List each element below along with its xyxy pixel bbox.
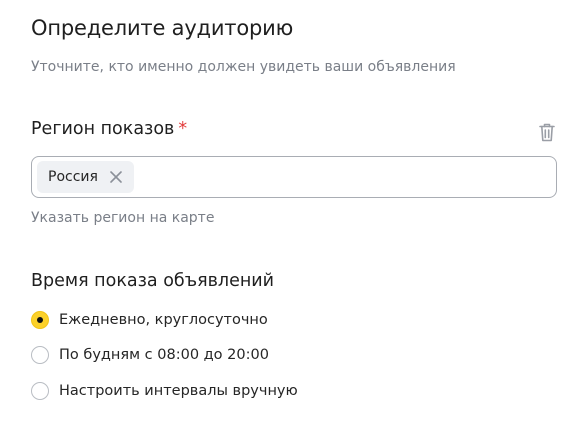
radio-button[interactable] [31, 382, 49, 400]
close-icon[interactable] [108, 169, 124, 185]
region-chip: Россия [37, 161, 134, 193]
trash-icon[interactable] [537, 121, 557, 143]
region-label-text: Регион показов [31, 119, 175, 139]
region-label: Регион показов * [31, 119, 187, 139]
radio-label: Ежедневно, круглосуточно [59, 312, 268, 328]
radio-label: Настроить интервалы вручную [59, 383, 298, 399]
required-asterisk: * [178, 119, 188, 139]
schedule-label: Время показа объявлений [31, 271, 275, 291]
region-chip-label: Россия [48, 169, 98, 185]
schedule-option-custom[interactable]: Настроить интервалы вручную [31, 380, 298, 402]
radio-button[interactable] [31, 346, 49, 364]
radio-button-checked[interactable] [31, 311, 49, 329]
page-title: Определите аудиторию [31, 16, 294, 40]
schedule-option-always[interactable]: Ежедневно, круглосуточно [31, 309, 268, 331]
radio-label: По будням с 08:00 до 20:00 [59, 347, 269, 363]
schedule-option-weekdays[interactable]: По будням с 08:00 до 20:00 [31, 344, 269, 366]
region-input[interactable]: Россия [31, 156, 557, 198]
map-region-link[interactable]: Указать регион на карте [31, 210, 214, 226]
page-subtitle: Уточните, кто именно должен увидеть ваши… [31, 59, 456, 75]
